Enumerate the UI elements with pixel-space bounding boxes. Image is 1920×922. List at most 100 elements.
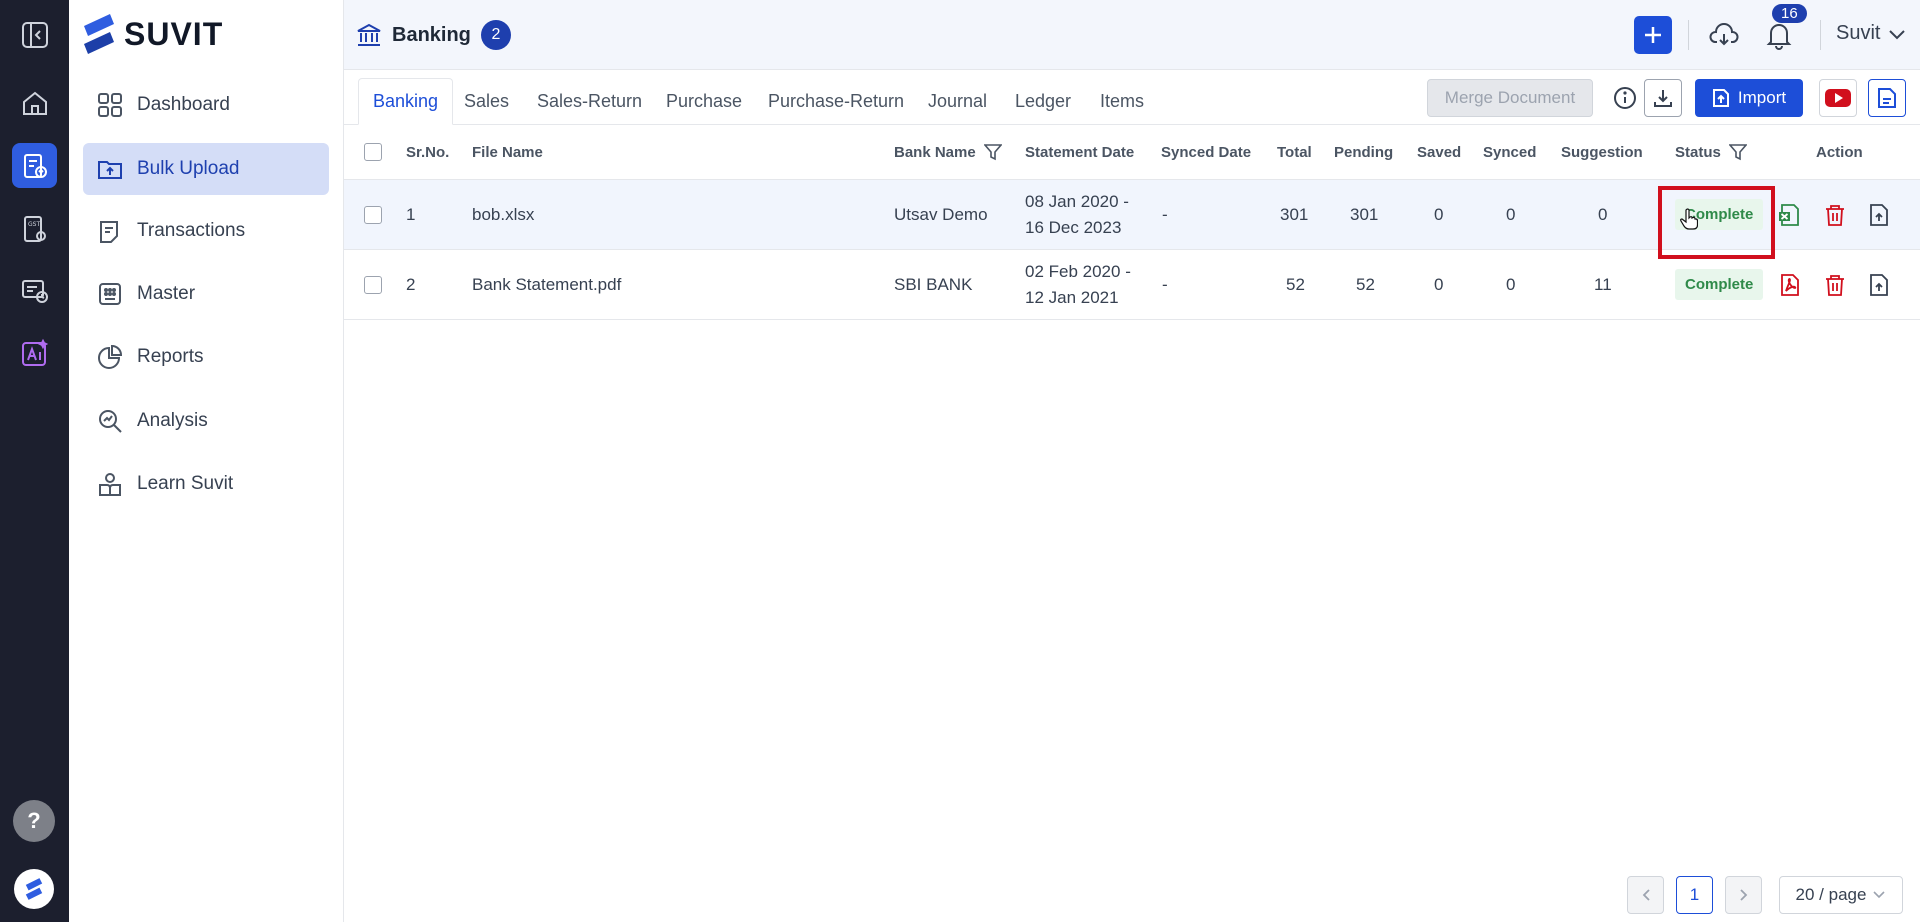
suvit-logo-icon[interactable] bbox=[14, 869, 54, 909]
column-header: Bank Name bbox=[894, 143, 976, 161]
trash-icon[interactable] bbox=[1823, 203, 1847, 227]
sidebar-item-transactions[interactable]: Transactions bbox=[83, 205, 329, 257]
sidebar-item-label: Master bbox=[137, 283, 196, 304]
column-header: Synced Date bbox=[1161, 143, 1252, 161]
cell-bank-name: SBI BANK bbox=[894, 274, 973, 294]
excel-file-icon[interactable] bbox=[1778, 203, 1802, 227]
filter-icon[interactable] bbox=[983, 143, 1002, 161]
upload-folder-icon bbox=[98, 161, 122, 179]
add-button[interactable] bbox=[1634, 16, 1672, 54]
tab-banking[interactable]: Banking bbox=[358, 78, 454, 125]
svg-text:GST: GST bbox=[28, 221, 40, 228]
user-name: Suvit bbox=[1836, 22, 1881, 44]
next-page-button[interactable] bbox=[1725, 876, 1762, 914]
column-header: Suggestion bbox=[1561, 143, 1643, 161]
page-title: Banking 2 bbox=[356, 20, 511, 50]
column-header: Saved bbox=[1417, 143, 1462, 161]
pdf-file-icon[interactable] bbox=[1778, 273, 1802, 297]
tab-purchase[interactable]: Purchase bbox=[652, 78, 756, 125]
page-number-button[interactable]: 1 bbox=[1676, 876, 1713, 914]
date-to: 16 Dec 2023 bbox=[1025, 218, 1122, 237]
tab-journal[interactable]: Journal bbox=[914, 78, 1001, 125]
sidebar-item-bulk-upload[interactable]: Bulk Upload bbox=[83, 143, 329, 195]
sidebar-item-reports[interactable]: Reports bbox=[83, 331, 329, 383]
learn-icon bbox=[99, 473, 121, 496]
info-icon[interactable] bbox=[1606, 79, 1644, 117]
sidebar-item-learn-suvit[interactable]: Learn Suvit bbox=[83, 458, 329, 510]
brand[interactable]: SUVIT bbox=[82, 14, 223, 54]
date-to: 12 Jan 2021 bbox=[1025, 288, 1119, 307]
cell-file-name[interactable]: bob.xlsx bbox=[472, 180, 534, 249]
file-export-icon[interactable] bbox=[1867, 203, 1891, 227]
highlight-box bbox=[1658, 186, 1775, 259]
tab-purchase-return[interactable]: Purchase-Return bbox=[754, 78, 918, 125]
cell-sr-no: 2 bbox=[406, 274, 416, 294]
cell-synced-date: - bbox=[1162, 274, 1168, 294]
sidebar-item-label: Transactions bbox=[137, 220, 246, 241]
tab-sales-return[interactable]: Sales-Return bbox=[523, 78, 656, 125]
merge-document-button[interactable]: Merge Document bbox=[1427, 79, 1593, 117]
home-icon[interactable] bbox=[12, 80, 57, 125]
trash-icon[interactable] bbox=[1823, 273, 1847, 297]
tab-items[interactable]: Items bbox=[1086, 78, 1158, 125]
cloud-download-icon[interactable] bbox=[1707, 18, 1741, 52]
sidebar-item-master[interactable]: Master bbox=[83, 268, 329, 320]
plus-icon bbox=[1645, 27, 1661, 43]
tab-sales[interactable]: Sales bbox=[450, 78, 523, 125]
icon-rail: GST ? bbox=[0, 0, 69, 922]
import-label: Import bbox=[1737, 88, 1787, 107]
bulk-upload-rail-icon[interactable] bbox=[12, 143, 57, 188]
cell-pending: 301 bbox=[1350, 204, 1379, 224]
cell-suggestion: 11 bbox=[1594, 274, 1612, 294]
ai-icon[interactable] bbox=[12, 330, 57, 375]
top-bar: Banking 2 16 Suvit bbox=[344, 0, 1920, 70]
document-button[interactable] bbox=[1868, 79, 1906, 117]
column-header: Sr.No. bbox=[406, 143, 450, 161]
file-export-icon[interactable] bbox=[1867, 273, 1891, 297]
cell-saved: 0 bbox=[1434, 204, 1444, 224]
sidebar-item-label: Dashboard bbox=[137, 94, 230, 115]
sidebar-item-label: Analysis bbox=[137, 410, 208, 431]
bell-icon[interactable] bbox=[1762, 18, 1796, 52]
column-header: Synced bbox=[1483, 143, 1537, 161]
download-button[interactable] bbox=[1644, 79, 1682, 117]
chevron-right-icon bbox=[1739, 889, 1747, 901]
column-header-bank-name: Bank Name bbox=[894, 125, 1002, 179]
youtube-button[interactable] bbox=[1819, 79, 1857, 117]
date-from: 08 Jan 2020 - bbox=[1025, 192, 1129, 211]
column-header: Action bbox=[1816, 143, 1863, 161]
date-from: 02 Feb 2020 - bbox=[1025, 262, 1131, 281]
user-menu[interactable]: Suvit bbox=[1836, 22, 1906, 45]
chevron-down-icon bbox=[1889, 29, 1906, 39]
column-header: Status bbox=[1675, 143, 1721, 161]
cell-file-name[interactable]: Bank Statement.pdf bbox=[472, 250, 621, 319]
cell-sr-no: 1 bbox=[406, 204, 416, 224]
filter-icon[interactable] bbox=[1728, 143, 1747, 161]
page-size-select[interactable]: 20 / page bbox=[1779, 876, 1903, 914]
help-icon[interactable]: ? bbox=[13, 800, 55, 842]
prev-page-button[interactable] bbox=[1627, 876, 1664, 914]
sidebar: SUVIT Dashboard Bulk Upload Transactions… bbox=[69, 0, 344, 922]
import-button[interactable]: Import bbox=[1695, 79, 1803, 117]
cell-synced: 0 bbox=[1506, 274, 1516, 294]
bank-icon bbox=[357, 23, 381, 46]
dashboard-icon bbox=[98, 93, 122, 117]
hand-cursor-icon bbox=[1680, 208, 1698, 230]
select-all-checkbox[interactable] bbox=[364, 143, 382, 161]
message-clock-icon[interactable] bbox=[12, 268, 57, 313]
pie-chart-icon bbox=[98, 344, 123, 369]
cell-saved: 0 bbox=[1434, 274, 1444, 294]
select-all-checkbox-cell bbox=[364, 125, 382, 179]
cell-statement-date: 08 Jan 2020 - 16 Dec 2023 bbox=[1025, 180, 1129, 249]
tab-ledger[interactable]: Ledger bbox=[1001, 78, 1085, 125]
cell-total: 301 bbox=[1280, 204, 1309, 224]
status-badge[interactable]: Complete bbox=[1675, 269, 1764, 300]
collapse-sidebar-icon[interactable] bbox=[12, 12, 57, 57]
sidebar-item-label: Bulk Upload bbox=[137, 158, 240, 179]
row-checkbox[interactable] bbox=[364, 205, 382, 224]
gst-icon[interactable]: GST bbox=[12, 206, 57, 251]
sidebar-item-dashboard[interactable]: Dashboard bbox=[83, 79, 329, 131]
row-checkbox[interactable] bbox=[364, 275, 382, 294]
sidebar-item-analysis[interactable]: Analysis bbox=[83, 395, 329, 447]
table-row[interactable]: 2 Bank Statement.pdf SBI BANK 02 Feb 202… bbox=[344, 250, 1920, 320]
